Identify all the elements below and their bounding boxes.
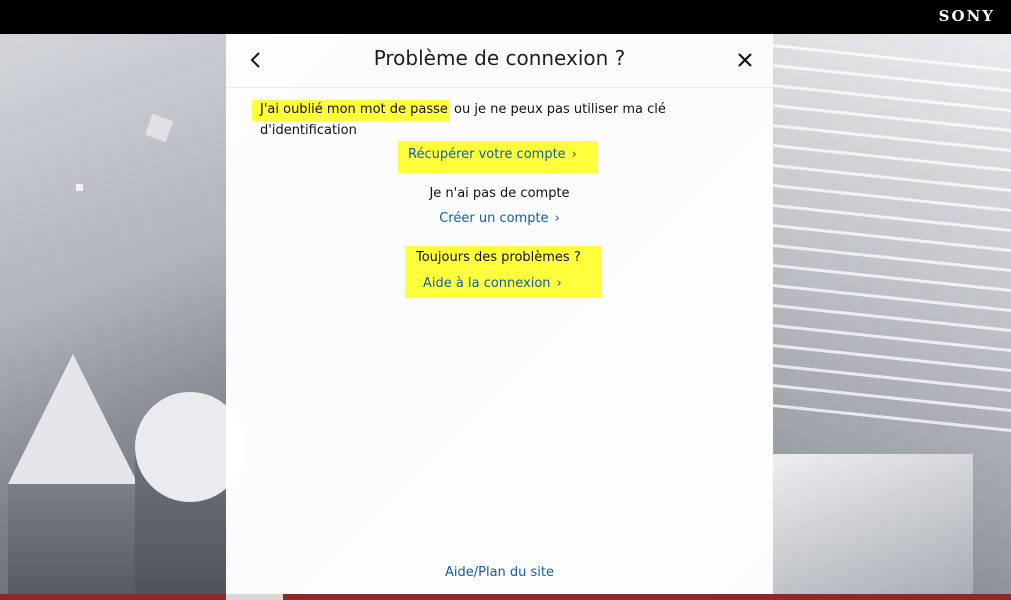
forgot-password-highlight: J'ai oublié mon mot de passe (252, 100, 450, 121)
chevron-right-icon: › (554, 211, 560, 226)
background-right-box (773, 454, 973, 594)
recover-account-link[interactable]: Récupérer votre compte › (408, 147, 577, 162)
chevron-right-icon: › (571, 147, 577, 162)
no-account-text: Je n'ai pas de compte (429, 186, 570, 201)
bottom-strip (0, 594, 1011, 600)
top-bar: SONY (0, 0, 1011, 34)
close-button[interactable] (733, 48, 757, 72)
recover-account-label: Récupérer votre compte (408, 147, 566, 162)
background-small-square-shape (76, 184, 83, 191)
connection-problem-dialog: Problème de connexion ? J'ai oublié mon … (226, 34, 773, 594)
bottom-tab (226, 594, 283, 600)
create-account-label: Créer un compte (439, 211, 549, 226)
create-account-link[interactable]: Créer un compte › (439, 211, 560, 226)
background-triangle-base (8, 484, 138, 594)
dialog-title: Problème de connexion ? (373, 46, 626, 70)
forgot-password-text: J'ai oublié mon mot de passe ou je ne pe… (252, 99, 700, 141)
still-problems-text: Toujours des problèmes ? (416, 250, 581, 265)
close-icon (738, 53, 752, 67)
help-sitemap-link[interactable]: Aide/Plan du site (445, 565, 554, 580)
dialog-header: Problème de connexion ? (226, 34, 773, 88)
sony-logo: SONY (938, 7, 995, 25)
background-triangle-shape (8, 354, 138, 484)
connection-help-link[interactable]: Aide à la connexion › (423, 276, 562, 291)
chevron-right-icon: › (556, 276, 562, 291)
connection-help-label: Aide à la connexion (423, 276, 551, 291)
